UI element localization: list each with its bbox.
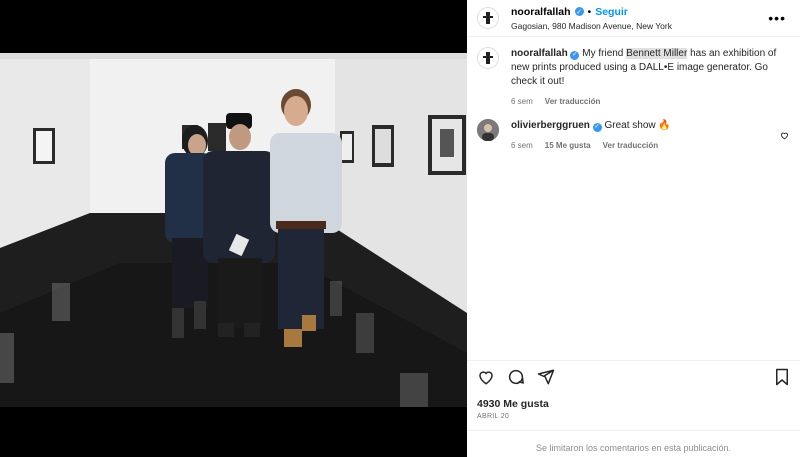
caption-text-before: My friend (582, 48, 627, 59)
caption-row: nooralfallah ✓ My friend Bennett Miller … (477, 47, 790, 109)
follow-button[interactable]: Seguir (595, 6, 628, 18)
post-photo[interactable] (0, 53, 467, 407)
author-logo-icon (483, 12, 493, 24)
comment-likes[interactable]: 15 Me gusta (545, 139, 591, 153)
verified-badge-icon: ✓ (570, 50, 580, 60)
header-names: nooralfallah ✓ • Seguir Gagosian, 980 Ma… (511, 6, 768, 31)
author-username[interactable]: nooralfallah (511, 6, 571, 18)
author-logo-icon (483, 52, 493, 64)
commenter-photo-icon (477, 119, 499, 141)
caption-body: nooralfallah ✓ My friend Bennett Miller … (511, 47, 790, 109)
post-date[interactable]: ABRIL 20 (477, 413, 790, 420)
comments-list: nooralfallah ✓ My friend Bennett Miller … (467, 37, 800, 153)
gallery-photo-illustration (0, 53, 467, 407)
comment-text: Great show 🔥 (604, 120, 671, 131)
comment-meta: 6 sem 15 Me gusta Ver traducción (511, 139, 774, 153)
caption-avatar[interactable] (477, 47, 499, 69)
caption-time[interactable]: 6 sem (511, 95, 533, 109)
comment-body: olivierberggruen ✓ Great show 🔥 6 sem 15… (511, 119, 774, 153)
caption-meta: 6 sem Ver traducción (511, 95, 790, 109)
comment-like-heart-icon[interactable] (780, 131, 790, 142)
commenter-avatar[interactable] (477, 119, 499, 141)
caption-translate-link[interactable]: Ver traducción (545, 95, 601, 109)
post-panel: nooralfallah ✓ • Seguir Gagosian, 980 Ma… (467, 0, 800, 457)
comment-time[interactable]: 6 sem (511, 139, 533, 153)
comments-limited-notice: Se limitaron los comentarios en esta pub… (467, 430, 800, 453)
comment-bubble-icon[interactable] (507, 368, 525, 391)
action-bar: 4930 Me gusta ABRIL 20 (467, 360, 800, 420)
caption-mention[interactable]: Bennett Miller (626, 48, 688, 59)
post-location[interactable]: Gagosian, 980 Madison Avenue, New York (511, 21, 768, 31)
verified-badge-icon: ✓ (592, 122, 602, 132)
verified-badge-icon: ✓ (574, 7, 584, 16)
post-modal: nooralfallah ✓ • Seguir Gagosian, 980 Ma… (0, 0, 800, 457)
comment-translate-link[interactable]: Ver traducción (603, 139, 659, 153)
share-paper-plane-icon[interactable] (537, 368, 555, 391)
action-icons (477, 368, 790, 391)
author-avatar[interactable] (477, 7, 499, 29)
save-bookmark-icon[interactable] (774, 368, 790, 391)
more-options-icon[interactable]: ••• (768, 10, 786, 26)
caption-author[interactable]: nooralfallah (511, 48, 568, 59)
post-media (0, 0, 467, 457)
post-header: nooralfallah ✓ • Seguir Gagosian, 980 Ma… (467, 0, 800, 37)
separator: • (587, 5, 592, 18)
likes-count[interactable]: 4930 Me gusta (477, 398, 790, 410)
comment-row: olivierberggruen ✓ Great show 🔥 6 sem 15… (477, 119, 790, 153)
comment-author[interactable]: olivierberggruen (511, 120, 590, 131)
like-heart-icon[interactable] (477, 368, 495, 391)
